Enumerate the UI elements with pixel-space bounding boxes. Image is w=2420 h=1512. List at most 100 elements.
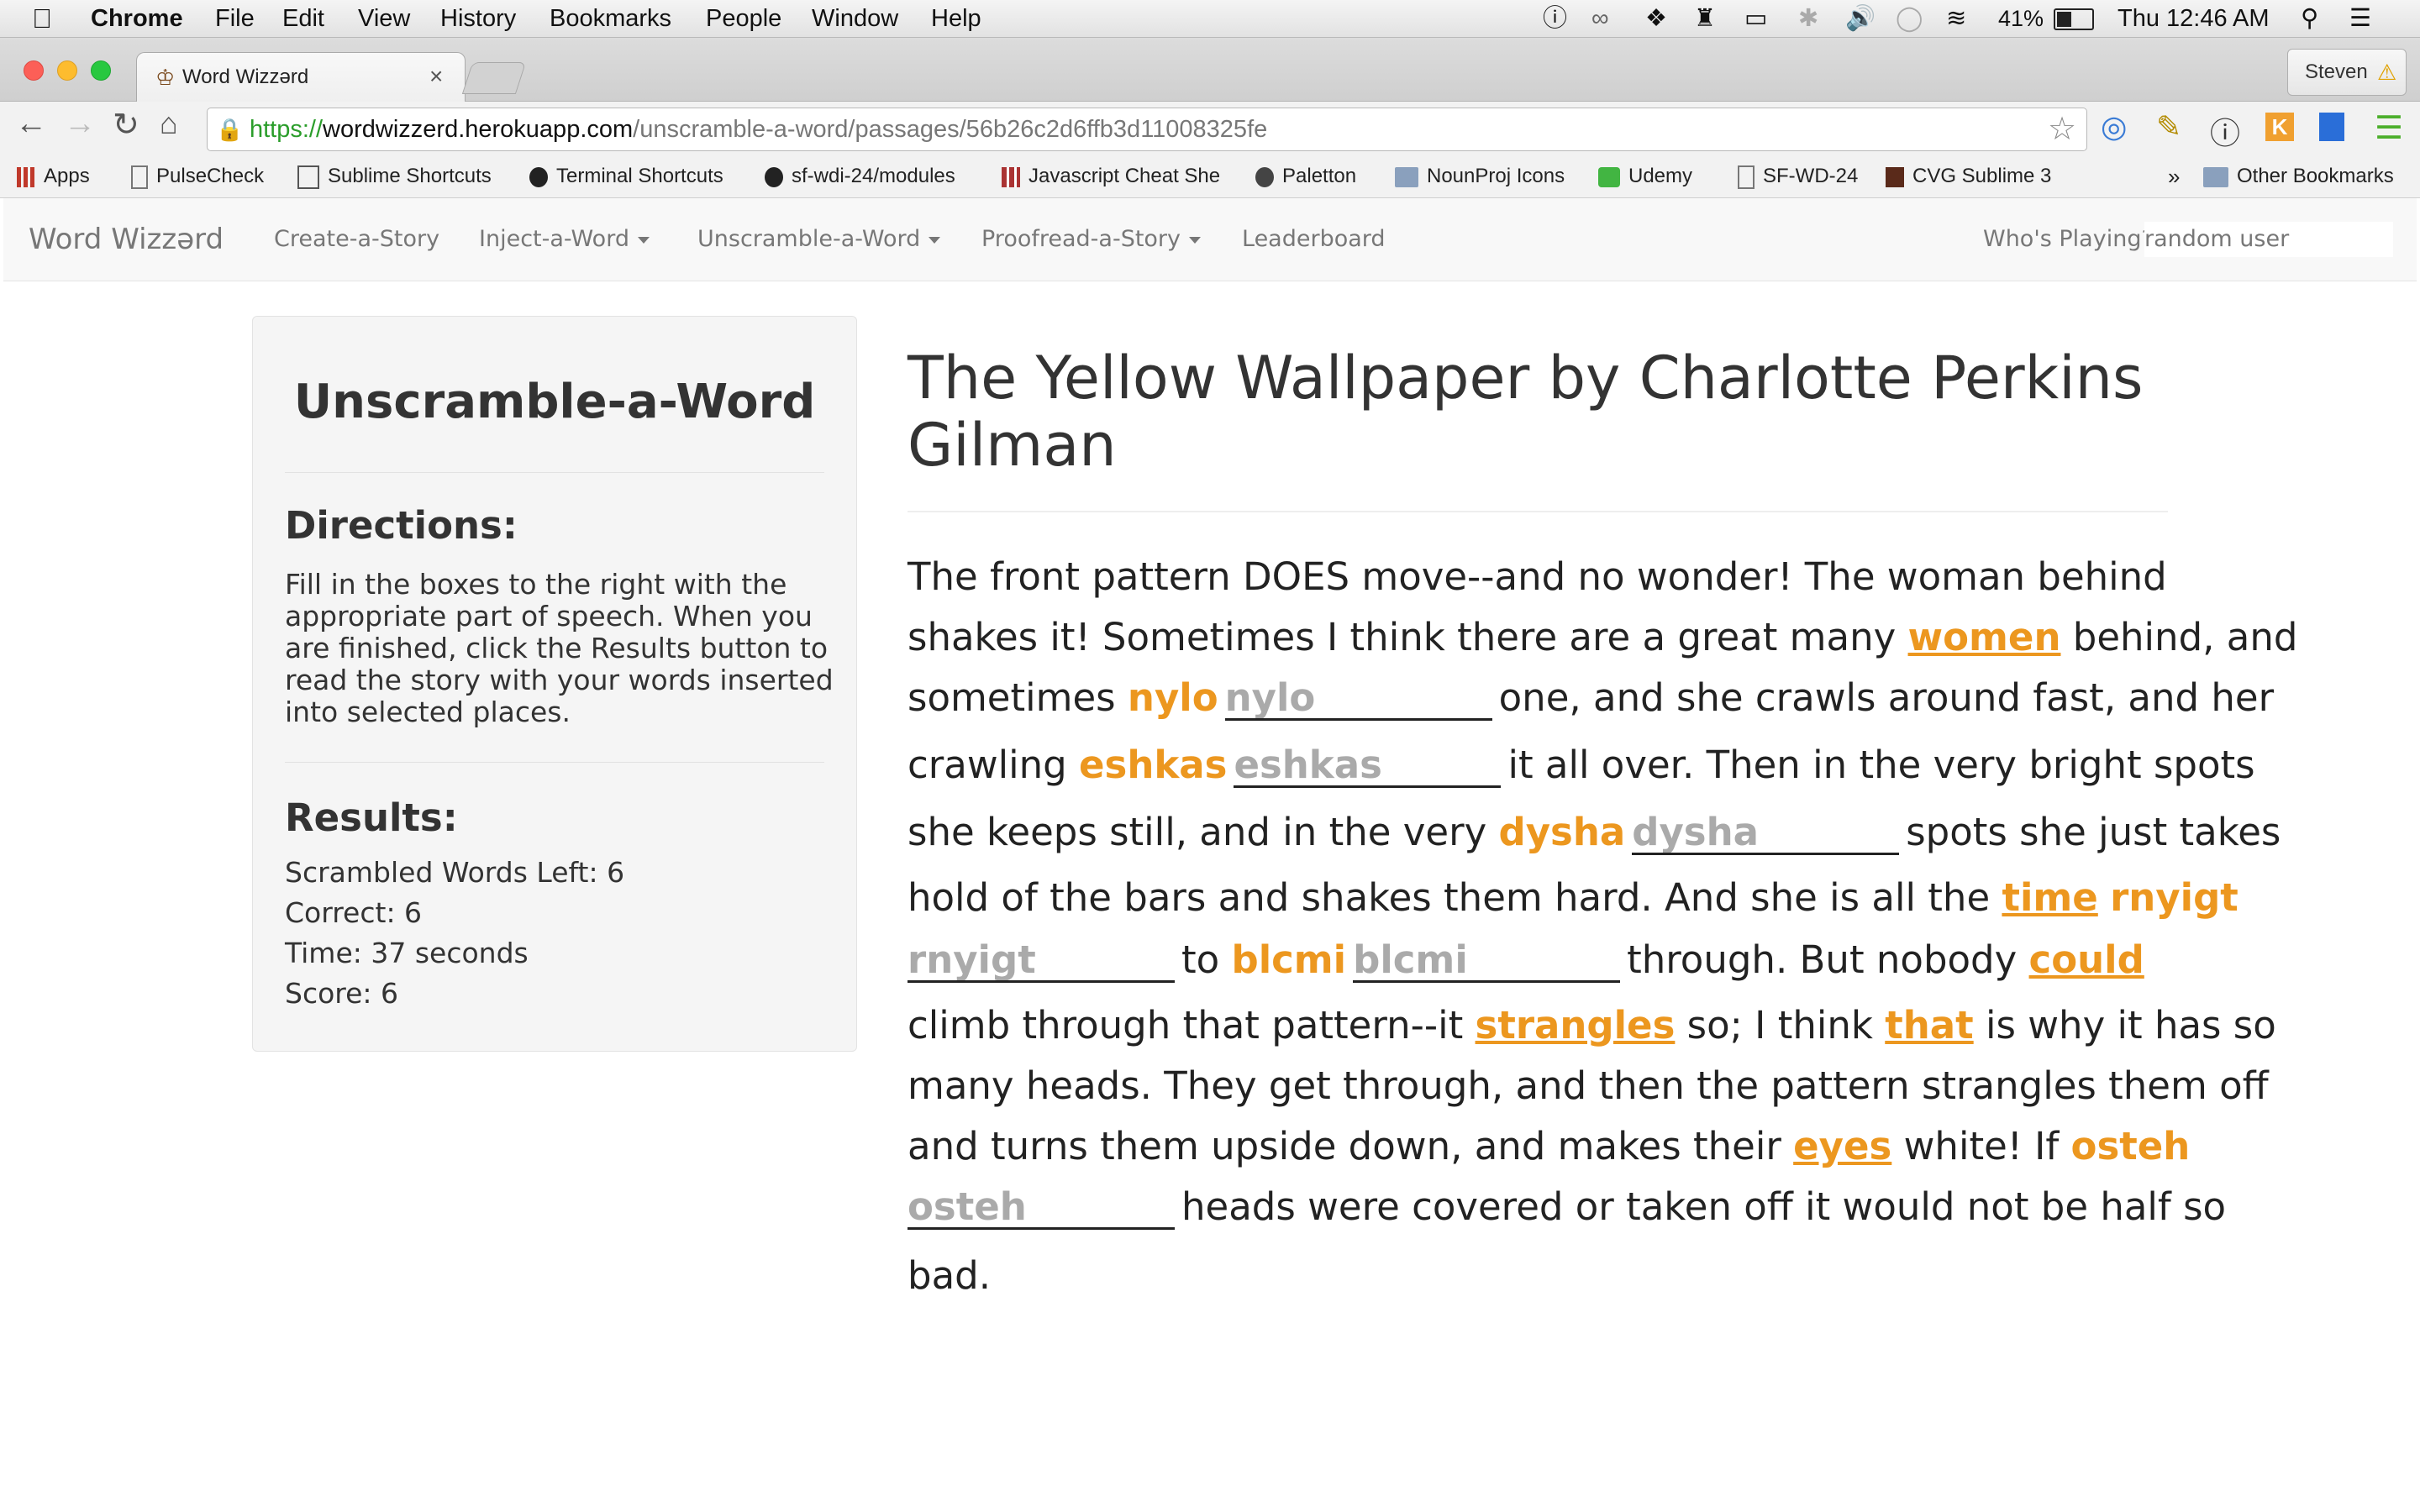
new-tab-button[interactable]: [461, 62, 527, 94]
dropbox-icon[interactable]: ❖: [1645, 3, 1667, 34]
story-line: many heads. They get through, and then t…: [908, 1063, 2269, 1108]
menu-history[interactable]: History: [440, 3, 516, 34]
bookmark-javascript-cheat-sheet[interactable]: Javascript Cheat She: [1002, 155, 1228, 197]
menu-people[interactable]: People: [706, 3, 781, 34]
answered-word-link[interactable]: eyes: [1793, 1124, 1891, 1168]
nav-create-a-story[interactable]: Create-a-Story: [274, 198, 439, 281]
bluetooth-icon[interactable]: ✱: [1798, 3, 1818, 34]
story-line: shakes it! Sometimes I think there are a…: [908, 615, 2297, 659]
unscramble-input[interactable]: [1632, 811, 1900, 856]
nav-leaderboard[interactable]: Leaderboard: [1242, 198, 1386, 281]
story-line: hold of the bars and shakes them hard. A…: [908, 875, 2238, 920]
folder-icon: [1395, 166, 1418, 187]
tab-close-icon[interactable]: ×: [429, 63, 443, 90]
story-text: to: [1181, 937, 1232, 982]
apps-grid-icon: [17, 166, 35, 187]
profile-button[interactable]: Steven ⚠: [2287, 49, 2407, 96]
bookmark-sublime-shortcuts[interactable]: Sublime Shortcuts: [297, 155, 492, 197]
nav-inject-a-word[interactable]: Inject-a-Word: [479, 198, 650, 281]
story-divider: [908, 511, 2168, 512]
extension-globe-icon[interactable]: ◎: [2101, 109, 2127, 144]
airplay-icon[interactable]: ▭: [1744, 3, 1767, 34]
unscramble-input[interactable]: [1224, 676, 1492, 722]
bookmark-star-icon[interactable]: ☆: [2048, 108, 2076, 150]
player-name-field[interactable]: random user: [2144, 222, 2393, 257]
bookmark-label: SF-WD-24: [1763, 165, 1859, 187]
url-path: /unscramble-a-word/passages/56b26c2d6ffb…: [633, 116, 1268, 143]
onepassword-status-icon[interactable]: ⓘ: [1543, 3, 1567, 34]
unscramble-input[interactable]: [1353, 938, 1621, 984]
scrambled-word: dysha: [1498, 810, 1626, 854]
back-icon[interactable]: ←: [15, 106, 47, 142]
answered-word-link[interactable]: women: [1908, 615, 2061, 659]
bookmark-cvg-sublime-3[interactable]: CVG Sublime 3: [1886, 155, 2051, 197]
scrambled-words-left: Scrambled Words Left: 6: [285, 856, 625, 889]
bookmarks-overflow-chevron-icon[interactable]: »: [2168, 155, 2180, 197]
notification-center-icon[interactable]: ☰: [2349, 3, 2371, 34]
extension-bookmark-icon[interactable]: [2319, 113, 2344, 141]
volume-icon[interactable]: 🔊: [1845, 3, 1876, 34]
menu-help[interactable]: Help: [931, 3, 981, 34]
apple-menu-icon[interactable]: : [32, 3, 52, 34]
bookmark-sf-wdi-24-modules[interactable]: sf-wdi-24/modules: [765, 155, 955, 197]
app-menu-chrome[interactable]: Chrome: [91, 3, 183, 34]
time-elapsed: Time: 37 seconds: [285, 937, 529, 969]
bookmark-sf-wd-24[interactable]: SF-WD-24: [1738, 155, 1858, 197]
directions-line: are finished, click the Results button t…: [285, 632, 829, 664]
extension-eyedropper-icon[interactable]: ✎: [2156, 109, 2181, 144]
spotlight-search-icon[interactable]: ⚲: [2301, 3, 2318, 34]
bookmark-udemy[interactable]: Udemy: [1598, 155, 1692, 197]
bookmark-terminal-shortcuts[interactable]: Terminal Shortcuts: [529, 155, 723, 197]
folder-icon: [2203, 166, 2228, 187]
unscramble-input[interactable]: [908, 1185, 1175, 1231]
unscramble-input[interactable]: [1234, 743, 1502, 789]
story-text: hold of the bars and shakes them hard. A…: [908, 875, 2002, 920]
bookmark-apps[interactable]: Apps: [17, 155, 90, 197]
menu-file[interactable]: File: [215, 3, 255, 34]
brand-logo[interactable]: Word Wizzərd: [29, 198, 224, 281]
answered-word-link[interactable]: could: [2029, 937, 2144, 982]
bookmark-label: Udemy: [1628, 165, 1693, 187]
answered-word-link[interactable]: time: [2002, 875, 2097, 920]
bookmark-other-bookmarks[interactable]: Other Bookmarks: [2203, 155, 2394, 197]
url-scheme: https://: [250, 116, 324, 143]
evernote-icon[interactable]: ♜: [1694, 3, 1716, 34]
extension-onepassword-icon[interactable]: ⓘ: [2210, 109, 2240, 153]
address-bar[interactable]: 🔒 https://wordwizzerd.herokuapp.com/unsc…: [207, 108, 2087, 151]
reload-icon[interactable]: ↻: [113, 106, 139, 144]
bookmark-label: NounProj Icons: [1427, 165, 1565, 187]
story-text: one, and she crawls around fast, and her: [1498, 675, 2275, 720]
bookmark-paletton[interactable]: Paletton: [1255, 155, 1356, 197]
nav-proofread-a-story[interactable]: Proofread-a-Story: [981, 198, 1202, 281]
nav-unscramble-a-word[interactable]: Unscramble-a-Word: [697, 198, 941, 281]
wifi-icon[interactable]: ≋: [1946, 3, 1966, 34]
unscramble-input[interactable]: [908, 938, 1175, 984]
messages-icon[interactable]: ◯: [1896, 3, 1923, 34]
macos-menu-bar:  Chrome File Edit View History Bookmark…: [0, 0, 2420, 38]
menu-window[interactable]: Window: [812, 3, 898, 34]
chrome-menu-icon[interactable]: ☰: [2375, 109, 2403, 147]
minimize-window-button[interactable]: [57, 60, 77, 81]
creative-cloud-icon[interactable]: ∞: [1591, 3, 1609, 34]
browser-tab-active[interactable]: ♔ Word Wizzərd ×: [136, 52, 466, 102]
answered-word-link[interactable]: strangles: [1476, 1003, 1676, 1047]
story-text: she keeps still, and in the very: [908, 810, 1499, 854]
story-text: it all over. Then in the very bright spo…: [1507, 743, 2255, 787]
answered-word-link[interactable]: that: [1885, 1003, 1973, 1047]
menu-view[interactable]: View: [358, 3, 410, 34]
zoom-window-button[interactable]: [91, 60, 111, 81]
story-text: through. But nobody: [1627, 937, 2029, 982]
extension-k-icon[interactable]: K: [2265, 113, 2294, 141]
menu-bookmarks[interactable]: Bookmarks: [550, 3, 671, 34]
forward-icon[interactable]: →: [64, 106, 96, 142]
bookmark-pulsecheck[interactable]: PulseCheck: [131, 155, 264, 197]
clock[interactable]: Thu 12:46 AM: [2118, 3, 2270, 34]
menu-edit[interactable]: Edit: [282, 3, 324, 34]
battery-icon[interactable]: [2054, 8, 2094, 30]
stripes-icon: [1002, 166, 1020, 187]
page-icon: [131, 165, 148, 189]
close-window-button[interactable]: [24, 60, 44, 81]
bookmark-label: Paletton: [1282, 165, 1357, 187]
home-icon[interactable]: ⌂: [160, 106, 178, 141]
bookmark-nounproj-icons[interactable]: NounProj Icons: [1395, 155, 1565, 197]
